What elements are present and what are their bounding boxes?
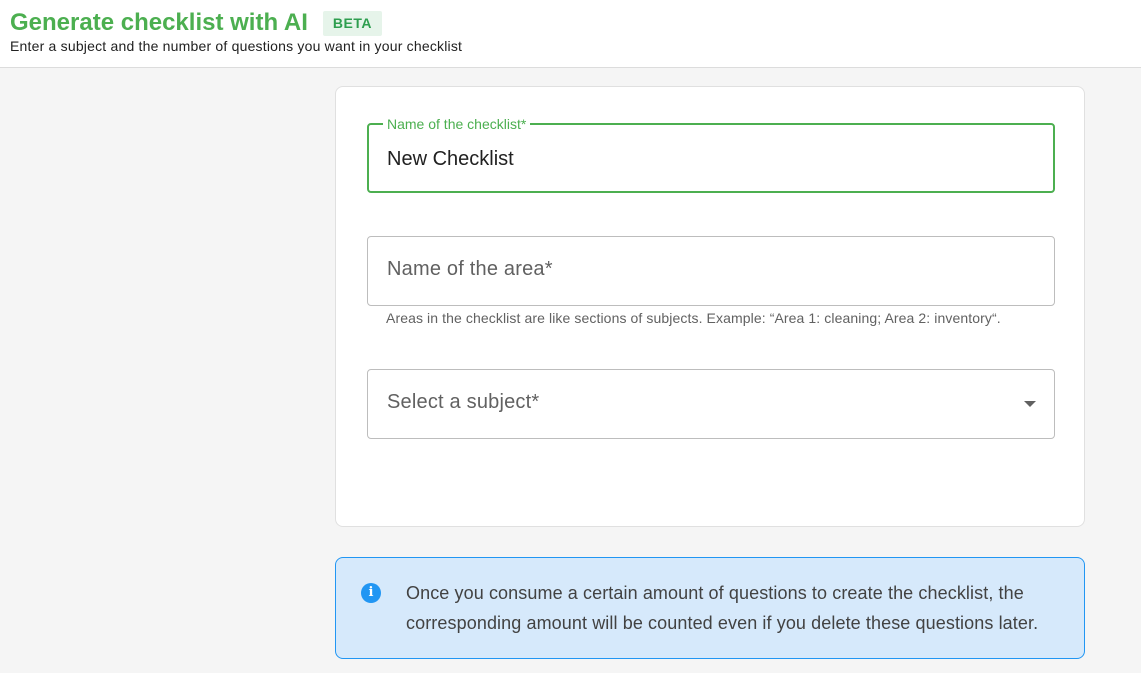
area-name-field[interactable]: Name of the area*: [367, 236, 1055, 306]
area-name-placeholder: Name of the area*: [387, 258, 553, 280]
page-title: Generate checklist with AI: [10, 9, 308, 36]
info-alert-text: Once you consume a certain amount of que…: [406, 583, 1039, 633]
title-row: Generate checklist with AI BETA: [10, 8, 382, 38]
area-helper-text: Areas in the checklist are like sections…: [386, 310, 1001, 326]
chevron-down-icon[interactable]: [1024, 401, 1036, 407]
checklist-name-label: Name of the checklist*: [383, 116, 531, 132]
subject-select[interactable]: Select a subject*: [367, 369, 1055, 439]
checklist-name-field[interactable]: Name of the checklist* New Checklist: [367, 116, 1055, 193]
checklist-form-card: Name of the checklist* New Checklist Nam…: [335, 86, 1085, 527]
info-alert: i Once you consume a certain amount of q…: [335, 557, 1085, 659]
beta-badge: BETA: [322, 10, 382, 36]
page-subtitle: Enter a subject and the number of questi…: [10, 38, 463, 54]
page-header: Generate checklist with AI BETA Enter a …: [0, 0, 1141, 68]
info-icon: i: [361, 583, 381, 603]
checklist-name-value[interactable]: New Checklist: [387, 147, 514, 171]
subject-placeholder: Select a subject*: [387, 391, 540, 413]
